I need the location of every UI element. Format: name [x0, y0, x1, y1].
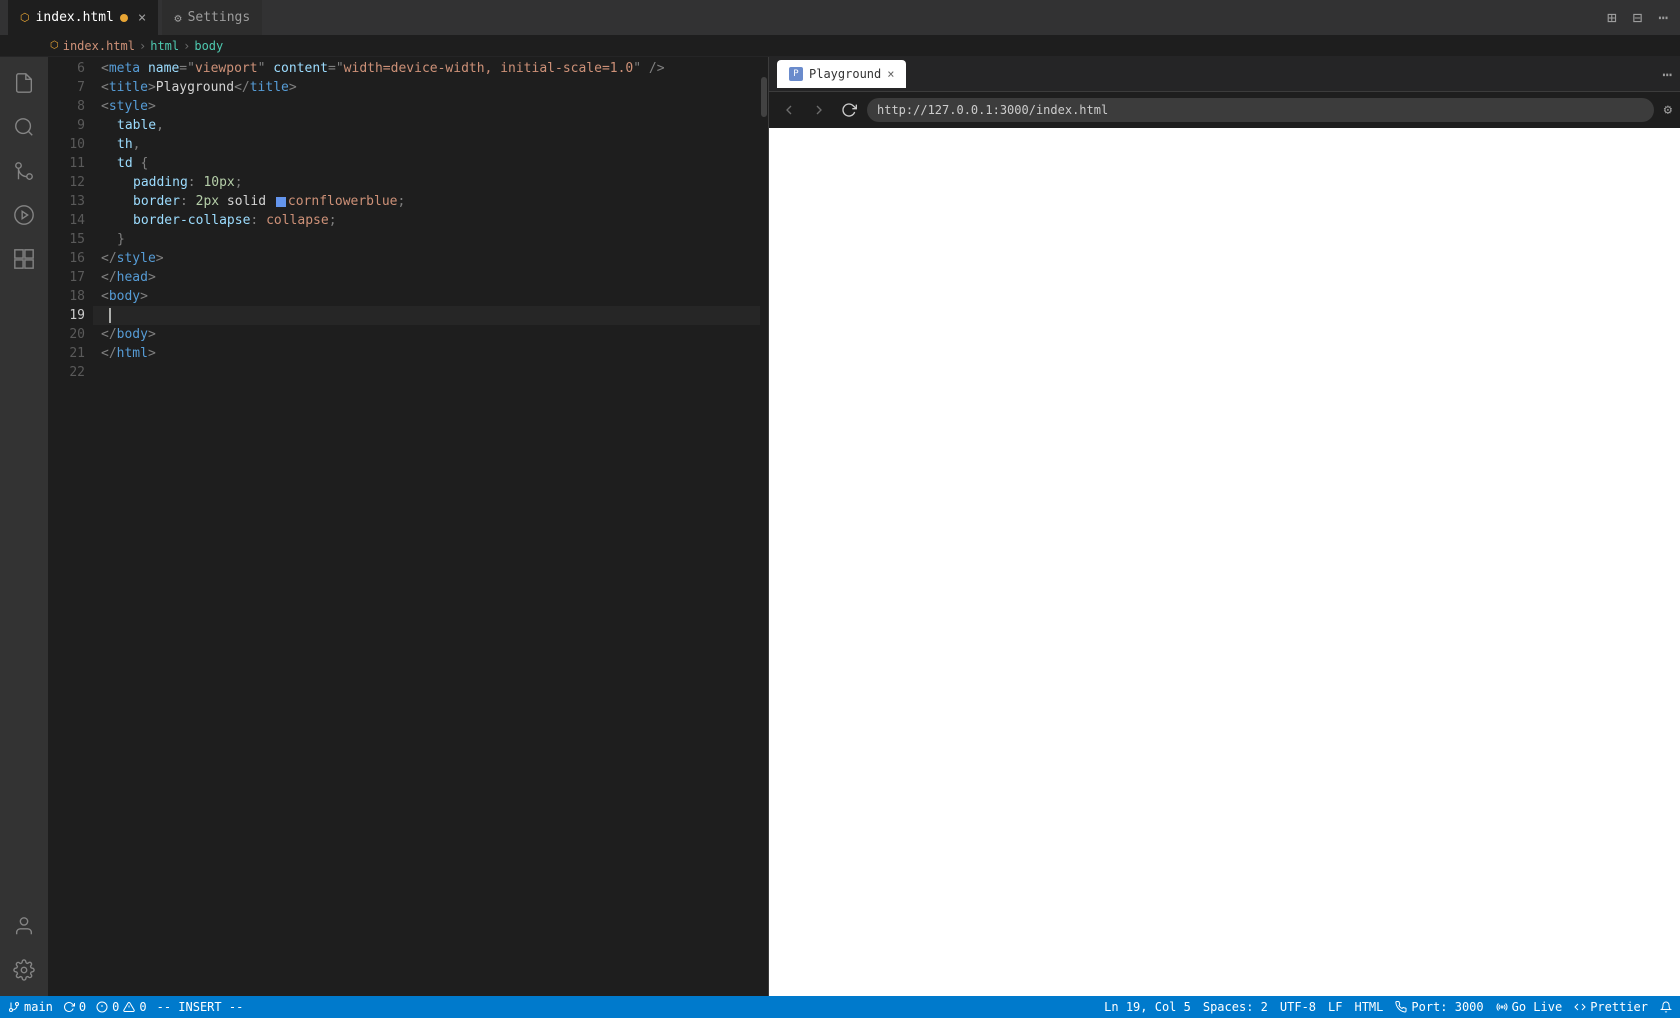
- status-line-ending[interactable]: LF: [1328, 1000, 1342, 1014]
- tab-index-html-label: index.html: [36, 10, 114, 25]
- activity-explorer[interactable]: [6, 65, 42, 101]
- status-encoding[interactable]: UTF-8: [1280, 1000, 1316, 1014]
- code-line-15: }: [93, 230, 760, 249]
- status-prettier-label: Prettier: [1590, 1000, 1648, 1014]
- code-editor[interactable]: 6 7 8 9 10 11 12 13 14 15 16 17 18 19 20…: [48, 57, 768, 996]
- activity-account[interactable]: [6, 908, 42, 944]
- breadcrumb-html-tag[interactable]: html: [150, 39, 179, 53]
- status-sync[interactable]: 0: [63, 1000, 86, 1014]
- code-line-14: border-collapse: collapse ;: [93, 211, 760, 230]
- activity-extensions[interactable]: [6, 241, 42, 277]
- status-branch[interactable]: main: [8, 1000, 53, 1014]
- playground-favicon: P: [789, 67, 803, 81]
- code-content[interactable]: <meta name="viewport" content="width=dev…: [93, 57, 760, 996]
- status-cursor-pos[interactable]: Ln 19, Col 5: [1104, 1000, 1191, 1014]
- browser-content: [769, 128, 1680, 996]
- code-line-9: table,: [93, 116, 760, 135]
- status-port-label: Port: 3000: [1411, 1000, 1483, 1014]
- code-line-19: [93, 306, 760, 325]
- tab-settings-label: Settings: [188, 10, 251, 25]
- browser-area: P Playground × ⋯: [769, 57, 1680, 996]
- scrollbar[interactable]: [760, 57, 768, 996]
- status-insert-mode: -- INSERT --: [157, 1000, 244, 1014]
- code-line-20: </body>: [93, 325, 760, 344]
- browser-forward-button[interactable]: [807, 98, 831, 122]
- code-line-12: padding: 10px ;: [93, 173, 760, 192]
- status-prettier[interactable]: Prettier: [1574, 1000, 1648, 1014]
- code-line-10: th,: [93, 135, 760, 154]
- status-port[interactable]: Port: 3000: [1395, 1000, 1483, 1014]
- browser-settings-icon[interactable]: ⚙: [1664, 102, 1672, 118]
- tab-settings[interactable]: ⚙ Settings: [162, 0, 262, 35]
- status-warning-count: 0: [139, 1000, 146, 1014]
- status-go-live[interactable]: Go Live: [1496, 1000, 1563, 1014]
- more-icon[interactable]: ⋯: [1654, 6, 1672, 29]
- scrollbar-thumb[interactable]: [761, 77, 767, 117]
- gear-icon: ⚙: [174, 11, 181, 25]
- browser-more-button[interactable]: ⋯: [1662, 65, 1672, 84]
- browser-nav-bar: http://127.0.0.1:3000/index.html ⚙: [769, 92, 1680, 128]
- title-bar: ⬡ index.html × ⚙ Settings ⊞ ⊟ ⋯: [0, 0, 1680, 35]
- code-line-8: <style>: [93, 97, 760, 116]
- status-left: main 0 0 0 -- INSERT --: [8, 1000, 243, 1014]
- code-line-6: <meta name="viewport" content="width=dev…: [93, 59, 760, 78]
- code-line-7: <title> Playground </title>: [93, 78, 760, 97]
- status-language[interactable]: HTML: [1354, 1000, 1383, 1014]
- status-notifications[interactable]: [1660, 1001, 1672, 1013]
- line-numbers: 6 7 8 9 10 11 12 13 14 15 16 17 18 19 20…: [48, 57, 93, 996]
- tab-close-button[interactable]: ×: [138, 10, 146, 26]
- status-error-count: 0: [112, 1000, 119, 1014]
- status-encoding-label: UTF-8: [1280, 1000, 1316, 1014]
- breadcrumb-body-tag[interactable]: body: [194, 39, 223, 53]
- editor-layout-icon[interactable]: ⊟: [1629, 6, 1647, 29]
- browser-url: http://127.0.0.1:3000/index.html: [877, 103, 1108, 117]
- status-spaces[interactable]: Spaces: 2: [1203, 1000, 1268, 1014]
- title-bar-actions: ⊞ ⊟ ⋯: [1603, 6, 1672, 29]
- browser-refresh-button[interactable]: [837, 98, 861, 122]
- browser-tab-label: Playground: [809, 67, 881, 81]
- status-mode-label: -- INSERT --: [157, 1000, 244, 1014]
- activity-manage[interactable]: [6, 952, 42, 988]
- status-branch-name: main: [24, 1000, 53, 1014]
- status-go-live-label: Go Live: [1512, 1000, 1563, 1014]
- browser-tab-close-button[interactable]: ×: [887, 67, 894, 81]
- browser-tab-bar: P Playground × ⋯: [769, 57, 1680, 92]
- split-editor-icon[interactable]: ⊞: [1603, 6, 1621, 29]
- main-area: 6 7 8 9 10 11 12 13 14 15 16 17 18 19 20…: [0, 57, 1680, 996]
- browser-nav-right-icons: ⚙: [1664, 102, 1672, 118]
- status-language-label: HTML: [1354, 1000, 1383, 1014]
- breadcrumb-file[interactable]: ⬡ index.html: [50, 39, 135, 53]
- code-line-17: </head>: [93, 268, 760, 287]
- html-file-icon: ⬡: [20, 11, 30, 24]
- activity-search[interactable]: [6, 109, 42, 145]
- browser-back-button[interactable]: [777, 98, 801, 122]
- tab-modified-dot: [120, 14, 128, 22]
- status-ln-col: Ln 19, Col 5: [1104, 1000, 1191, 1014]
- status-right: Ln 19, Col 5 Spaces: 2 UTF-8 LF HTML Por…: [1104, 1000, 1672, 1014]
- status-bar: main 0 0 0 -- INSERT --: [0, 996, 1680, 1018]
- code-line-22: [93, 363, 760, 382]
- code-line-13: border: 2px solid cornflowerblue ;: [93, 192, 760, 211]
- tab-index-html[interactable]: ⬡ index.html ×: [8, 0, 158, 35]
- activity-run-debug[interactable]: [6, 197, 42, 233]
- code-line-21: </html>: [93, 344, 760, 363]
- code-line-18: <body>: [93, 287, 760, 306]
- code-line-11: td {: [93, 154, 760, 173]
- breadcrumb: ⬡ index.html › html › body: [0, 35, 1680, 57]
- browser-tab-playground[interactable]: P Playground ×: [777, 60, 906, 88]
- breadcrumb-file-icon: ⬡: [50, 40, 59, 51]
- browser-address-bar[interactable]: http://127.0.0.1:3000/index.html: [867, 98, 1654, 122]
- activity-bar: [0, 57, 48, 996]
- activity-source-control[interactable]: [6, 153, 42, 189]
- status-errors[interactable]: 0 0: [96, 1000, 146, 1014]
- status-sync-count: 0: [79, 1000, 86, 1014]
- code-line-16: </style>: [93, 249, 760, 268]
- status-line-ending-label: LF: [1328, 1000, 1342, 1014]
- status-spaces-label: Spaces: 2: [1203, 1000, 1268, 1014]
- editor-area[interactable]: 6 7 8 9 10 11 12 13 14 15 16 17 18 19 20…: [48, 57, 768, 996]
